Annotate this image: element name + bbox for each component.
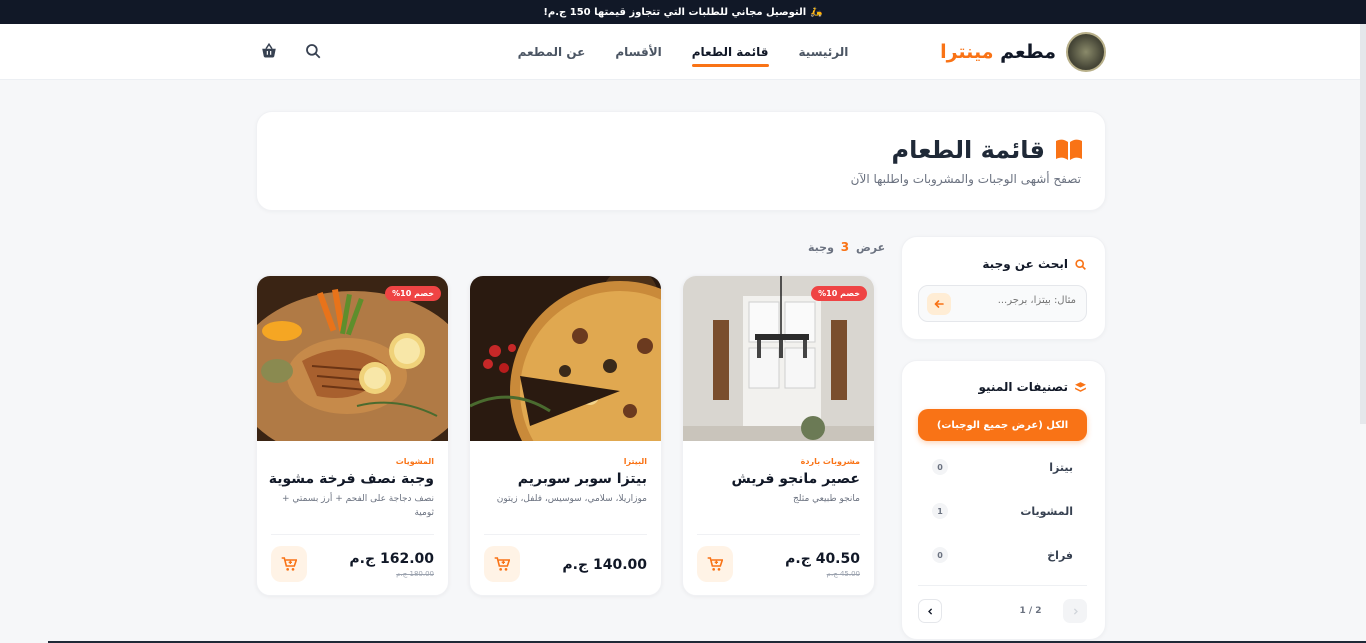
nav-home[interactable]: الرئيسية <box>799 39 849 65</box>
motorbike-icon: 🛵 <box>810 6 823 18</box>
pagination-label: 2 / 1 <box>1019 606 1042 616</box>
announcement-bar: 🛵 التوصيل مجاني للطلبات التي تتجاوز قيمت… <box>0 0 1366 24</box>
product-price: 140.00 ج.م <box>562 557 647 573</box>
product-category: المشويات <box>395 457 434 466</box>
product-description: موزاريلا، سلامي، سوسيس، فلفل، زيتون <box>496 494 647 504</box>
search-box <box>918 285 1087 322</box>
search-input[interactable] <box>966 295 1076 306</box>
product-name: بيتزا سوبر سوبريم <box>517 471 647 487</box>
layers-icon <box>1075 381 1086 392</box>
categories-panel: تصنيفات المنيو الكل (عرض جميع الوجبات) ب… <box>901 360 1106 640</box>
page-scrollbar[interactable] <box>1360 24 1366 424</box>
category-item-pizza[interactable]: بيتزا 0 <box>918 453 1087 481</box>
product-card[interactable]: خصم 10% مشروبات باردة عصير مانجو فريش ما… <box>682 275 875 596</box>
nav-about[interactable]: عن المطعم <box>518 39 586 65</box>
add-to-cart-button[interactable] <box>697 546 733 582</box>
search-icon[interactable] <box>304 42 322 60</box>
category-all-button[interactable]: الكل (عرض جميع الوجبات) <box>918 409 1087 441</box>
cart-plus-icon <box>281 557 297 571</box>
search-submit-button[interactable] <box>927 293 951 315</box>
category-item-grills[interactable]: المشويات 1 <box>918 497 1087 525</box>
product-old-price: 45.00 ج.م <box>826 570 860 578</box>
header-tools <box>260 42 322 60</box>
product-price: 162.00 ج.م <box>349 551 434 567</box>
product-name: عصير مانجو فريش <box>731 471 860 487</box>
categories-title-text: تصنيفات المنيو <box>978 380 1069 394</box>
category-count: 0 <box>932 459 948 475</box>
product-name: وجبة نصف فرخة مشوية <box>268 471 434 487</box>
search-icon <box>1075 258 1086 270</box>
pagination-next-button[interactable] <box>918 599 942 623</box>
page-title-text: قائمة الطعام <box>891 136 1045 164</box>
cart-plus-icon <box>707 557 723 571</box>
chevron-right-icon <box>1073 607 1078 615</box>
divider <box>271 534 434 535</box>
main-nav: الرئيسية قائمة الطعام الأقسام عن المطعم <box>0 24 1366 80</box>
search-title-text: ابحث عن وجبة <box>982 257 1068 271</box>
product-category: البيتزا <box>623 457 647 466</box>
results-prefix: عرض <box>855 241 886 254</box>
results-number: 3 <box>840 240 850 254</box>
categories-pagination: 2 / 1 <box>918 598 1087 624</box>
product-image: خصم 10% <box>683 276 874 441</box>
categories-title: تصنيفات المنيو <box>979 380 1088 394</box>
divider <box>697 534 860 535</box>
product-card[interactable]: البيتزا بيتزا سوبر سوبريم موزاريلا، سلام… <box>469 275 662 596</box>
discount-badge: خصم 10% <box>811 286 867 301</box>
pagination-prev-button[interactable] <box>1063 599 1087 623</box>
divider <box>484 534 647 535</box>
add-to-cart-button[interactable] <box>484 546 520 582</box>
nav-categories[interactable]: الأقسام <box>615 39 661 65</box>
add-to-cart-button[interactable] <box>271 546 307 582</box>
discount-badge: خصم 10% <box>385 286 441 301</box>
product-old-price: 180.00 ج.م <box>396 570 434 578</box>
page-subtitle: تصفح أشهى الوجبات والمشروبات واطلبها الآ… <box>850 172 1081 186</box>
book-icon <box>1056 139 1082 160</box>
category-label: المشويات <box>1020 504 1073 518</box>
search-title: ابحث عن وجبة <box>982 257 1087 271</box>
product-price: 40.50 ج.م <box>785 551 860 567</box>
product-image <box>470 276 661 441</box>
product-description: نصف دجاجة على الفحم + أرز بسمتي + ثومية <box>281 494 434 518</box>
announcement-text: التوصيل مجاني للطلبات التي تتجاوز قيمتها… <box>543 6 807 18</box>
category-label: بيتزا <box>1049 460 1073 474</box>
chevron-left-icon <box>927 607 932 615</box>
category-count: 0 <box>932 547 948 563</box>
divider <box>918 585 1087 586</box>
product-card[interactable]: خصم 10% المشويات وجبة نصف فرخة مشوية نصف… <box>256 275 449 596</box>
category-label: فراخ <box>1047 548 1073 562</box>
product-category: مشروبات باردة <box>800 457 860 466</box>
search-panel: ابحث عن وجبة <box>901 236 1106 340</box>
results-count: عرض 3 وجبة <box>808 240 885 254</box>
nav-menu[interactable]: قائمة الطعام <box>691 39 769 67</box>
menu-hero: قائمة الطعام تصفح أشهى الوجبات والمشروبا… <box>256 111 1106 211</box>
arrow-left-icon <box>934 300 944 308</box>
page-title: قائمة الطعام <box>891 136 1083 164</box>
category-count: 1 <box>932 503 948 519</box>
category-item-chicken[interactable]: فراخ 0 <box>918 541 1087 569</box>
results-suffix: وجبة <box>808 241 834 254</box>
cart-icon[interactable] <box>260 42 278 60</box>
product-image: خصم 10% <box>257 276 448 441</box>
product-description: مانجو طبيعي مثلج <box>792 494 860 504</box>
cart-plus-icon <box>494 557 510 571</box>
site-header: مطعم مينترا الرئيسية قائمة الطعام الأقسا… <box>0 24 1366 80</box>
